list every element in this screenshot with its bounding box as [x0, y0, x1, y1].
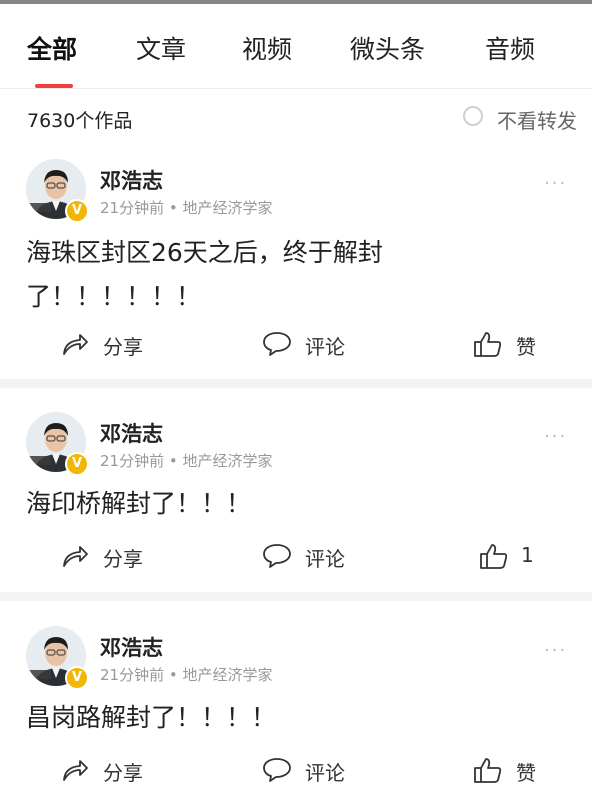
thumbs-up-icon	[474, 332, 502, 357]
post-meta: 21分钟前 • 地产经济学家	[100, 199, 273, 217]
post-content[interactable]: 昌岗路解封了！！！！	[26, 696, 446, 740]
like-label: 赞	[516, 335, 536, 359]
tab-audio[interactable]: 音频	[485, 30, 535, 66]
radio-icon[interactable]	[463, 106, 483, 126]
share-arrow-icon	[63, 334, 88, 355]
author-name[interactable]: 邓浩志	[100, 632, 163, 662]
thumbs-up-icon	[480, 544, 508, 569]
author-name[interactable]: 邓浩志	[100, 165, 163, 195]
like-label: 赞	[516, 761, 536, 785]
tab-micro-headlines[interactable]: 微头条	[350, 30, 425, 66]
verified-badge-icon: V	[65, 666, 89, 690]
thumbs-up-icon	[474, 758, 502, 783]
post-actions: 分享 评论 1	[0, 536, 592, 576]
post-meta: 21分钟前 • 地产经济学家	[100, 452, 273, 470]
more-dots-icon[interactable]: ···	[544, 173, 567, 194]
author-name[interactable]: 邓浩志	[100, 418, 163, 448]
share-label: 分享	[103, 761, 143, 785]
post-content[interactable]: 海珠区封区26天之后，终于解封了！！！！！！	[26, 231, 446, 319]
comment-bubble-icon	[263, 332, 291, 356]
more-dots-icon[interactable]: ···	[544, 640, 567, 661]
share-arrow-icon	[63, 546, 88, 567]
works-count: 7630个作品	[27, 110, 133, 132]
share-label: 分享	[103, 335, 143, 359]
tab-videos[interactable]: 视频	[242, 30, 292, 66]
comment-bubble-icon	[263, 758, 291, 782]
comment-label: 评论	[305, 761, 345, 785]
tab-articles[interactable]: 文章	[136, 30, 186, 66]
hide-repost-label: 不看转发	[497, 109, 577, 133]
comment-label: 评论	[305, 547, 345, 571]
verified-badge-icon: V	[65, 452, 89, 476]
post-meta: 21分钟前 • 地产经济学家	[100, 666, 273, 684]
post-actions: 分享 评论 赞	[0, 324, 592, 364]
comment-bubble-icon	[263, 544, 291, 568]
post-separator	[0, 379, 592, 388]
more-dots-icon[interactable]: ···	[544, 426, 567, 447]
post-separator	[0, 592, 592, 601]
post-content[interactable]: 海印桥解封了！！！	[26, 482, 446, 526]
post-actions: 分享 评论 赞	[0, 750, 592, 790]
share-arrow-icon	[63, 760, 88, 781]
verified-badge-icon: V	[65, 199, 89, 223]
tab-all[interactable]: 全部	[27, 30, 77, 66]
share-label: 分享	[103, 547, 143, 571]
tab-bar: 全部 文章 视频 微头条 音频	[0, 4, 592, 88]
comment-label: 评论	[305, 335, 345, 359]
like-count: 1	[521, 543, 534, 567]
divider	[0, 88, 592, 89]
